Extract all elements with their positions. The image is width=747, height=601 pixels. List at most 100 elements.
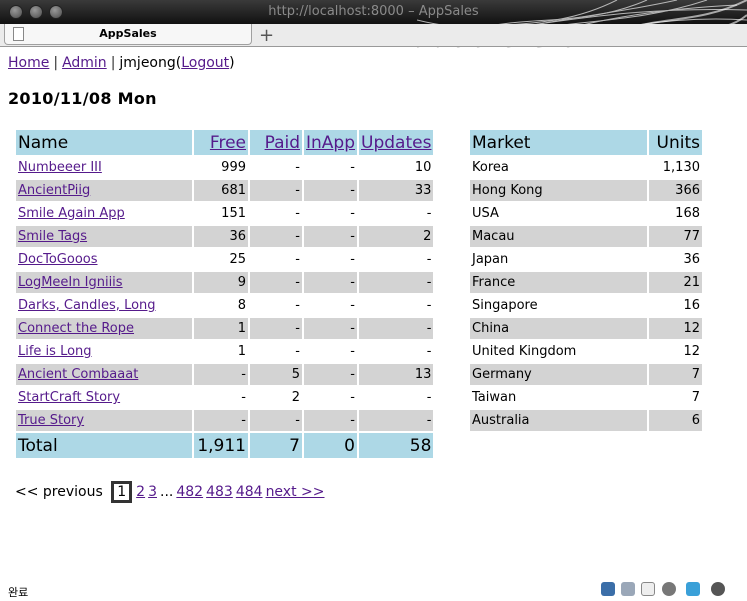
app-link[interactable]: Connect the Rope — [18, 321, 134, 336]
updates-cell: - — [426, 206, 432, 221]
app-name-cell: DocToGooos — [16, 249, 192, 270]
units-cell: 7 — [691, 390, 700, 405]
total-free: 1,911 — [194, 433, 248, 458]
new-tab-button[interactable]: + — [259, 25, 274, 46]
header-name: Name — [16, 130, 192, 155]
table-row: USA 168 — [470, 203, 702, 224]
free-cell: 25 — [229, 252, 246, 267]
market-cell: Japan — [472, 252, 509, 267]
units-cell: 366 — [649, 180, 702, 201]
sort-free-link[interactable]: Free — [210, 133, 246, 153]
units-cell: 7 — [649, 364, 702, 385]
table-row: United Kingdom 12 — [470, 341, 702, 362]
app-name-cell: StartCraft Story — [16, 387, 192, 408]
free-cell: 151 — [221, 206, 246, 221]
paid-cell: - — [295, 344, 300, 359]
table-row: Numbeeer III 999 - - 10 — [16, 157, 433, 178]
units-cell: 12 — [683, 344, 700, 359]
sort-paid-link[interactable]: Paid — [265, 133, 300, 153]
page-link-483[interactable]: 483 — [206, 484, 233, 500]
total-label: Total — [16, 433, 192, 458]
updates-cell: - — [359, 318, 434, 339]
next-page-link[interactable]: next >> — [266, 484, 325, 500]
paid-cell: - — [295, 160, 300, 175]
yslow-icon[interactable] — [686, 582, 700, 596]
free-cell: 1 — [237, 344, 246, 359]
table-row: Macau 77 — [470, 226, 702, 247]
paid-cell: 5 — [250, 364, 302, 385]
table-row: Australia 6 — [470, 410, 702, 431]
paid-cell: - — [295, 252, 300, 267]
table-row: StartCraft Story - 2 - - — [16, 387, 433, 408]
app-name-cell: Numbeeer III — [16, 157, 192, 178]
total-paid: 7 — [250, 433, 302, 458]
speech-icon[interactable] — [662, 582, 676, 596]
page-ellipsis: ... — [160, 484, 174, 500]
page-link-482[interactable]: 482 — [176, 484, 203, 500]
sort-inapp-link[interactable]: InApp — [306, 133, 355, 153]
table-row: Smile Tags 36- -2 — [16, 226, 434, 247]
top-nav: Home | Admin | jmjeong(Logout) — [8, 55, 235, 71]
market-cell: Taiwan — [472, 390, 517, 405]
market-cell: Australia — [470, 410, 647, 431]
market-units-table: Market Units Korea 1,130 Hong Kong 366 USA 16… — [468, 128, 704, 433]
page-link-2[interactable]: 2 — [136, 484, 145, 500]
status-bar: 완료 — [0, 580, 747, 601]
units-cell: 21 — [649, 272, 702, 293]
total-updates: 58 — [359, 433, 434, 458]
username: jmjeong — [119, 55, 176, 71]
puzzle-icon[interactable] — [621, 582, 635, 596]
sort-updates-link[interactable]: Updates — [361, 133, 431, 153]
table-row: Korea 1,130 — [470, 157, 702, 178]
app-name-cell: Smile Again App — [16, 203, 192, 224]
page-link-3[interactable]: 3 — [148, 484, 157, 500]
market-cell: Hong Kong — [470, 180, 647, 201]
home-link[interactable]: Home — [8, 55, 49, 71]
previous-label: << previous — [15, 484, 103, 500]
admin-link[interactable]: Admin — [62, 55, 107, 71]
app-link[interactable]: StartCraft Story — [18, 390, 120, 405]
market-cell: Macau — [470, 226, 647, 247]
market-cell: Korea — [472, 160, 509, 175]
units-cell: 1,130 — [662, 160, 700, 175]
app-name-cell: Connect the Rope — [16, 318, 192, 339]
app-link[interactable]: LogMeeIn Igniiis — [18, 275, 123, 290]
app-name-cell: Smile Tags — [16, 226, 192, 247]
market-cell: France — [470, 272, 647, 293]
app-link[interactable]: Ancient Combaaat — [18, 367, 138, 382]
free-cell: - — [194, 364, 248, 385]
header-units: Units — [649, 130, 702, 155]
app-link[interactable]: Darks, Candles, Long — [18, 298, 156, 313]
app-link[interactable]: DocToGooos — [18, 252, 98, 267]
updates-cell: - — [359, 272, 434, 293]
inapp-cell: - — [304, 180, 357, 201]
app-link[interactable]: AncientPiig — [18, 183, 90, 198]
paid-cell: - — [250, 180, 302, 201]
table-row: Singapore 16 — [470, 295, 702, 316]
updates-cell: - — [426, 252, 432, 267]
app-link[interactable]: Smile Tags — [18, 229, 87, 244]
inapp-cell: - — [350, 390, 355, 405]
tab-appsales[interactable]: AppSales — [4, 24, 252, 45]
mail-icon[interactable] — [641, 582, 655, 596]
window-icon[interactable] — [601, 582, 615, 596]
units-cell: 36 — [683, 252, 700, 267]
bug-icon[interactable] — [711, 582, 725, 596]
market-cell: USA — [472, 206, 499, 221]
inapp-cell: - — [350, 160, 355, 175]
inapp-cell: - — [350, 298, 355, 313]
app-name-cell: AncientPiig — [16, 180, 192, 201]
apps-sales-table: Name Free Paid InApp Updates Numbeeer II… — [14, 128, 435, 460]
page-link-484[interactable]: 484 — [236, 484, 263, 500]
logout-link[interactable]: Logout — [181, 55, 229, 71]
header-market: Market — [470, 130, 647, 155]
app-link[interactable]: True Story — [18, 413, 84, 428]
inapp-cell: - — [350, 344, 355, 359]
app-link[interactable]: Smile Again App — [18, 206, 125, 221]
paid-cell: - — [250, 226, 302, 247]
inapp-cell: - — [304, 364, 357, 385]
free-cell: - — [194, 410, 248, 431]
app-link[interactable]: Life is Long — [18, 344, 92, 359]
app-link[interactable]: Numbeeer III — [18, 160, 102, 175]
table-row: Japan 36 — [470, 249, 702, 270]
